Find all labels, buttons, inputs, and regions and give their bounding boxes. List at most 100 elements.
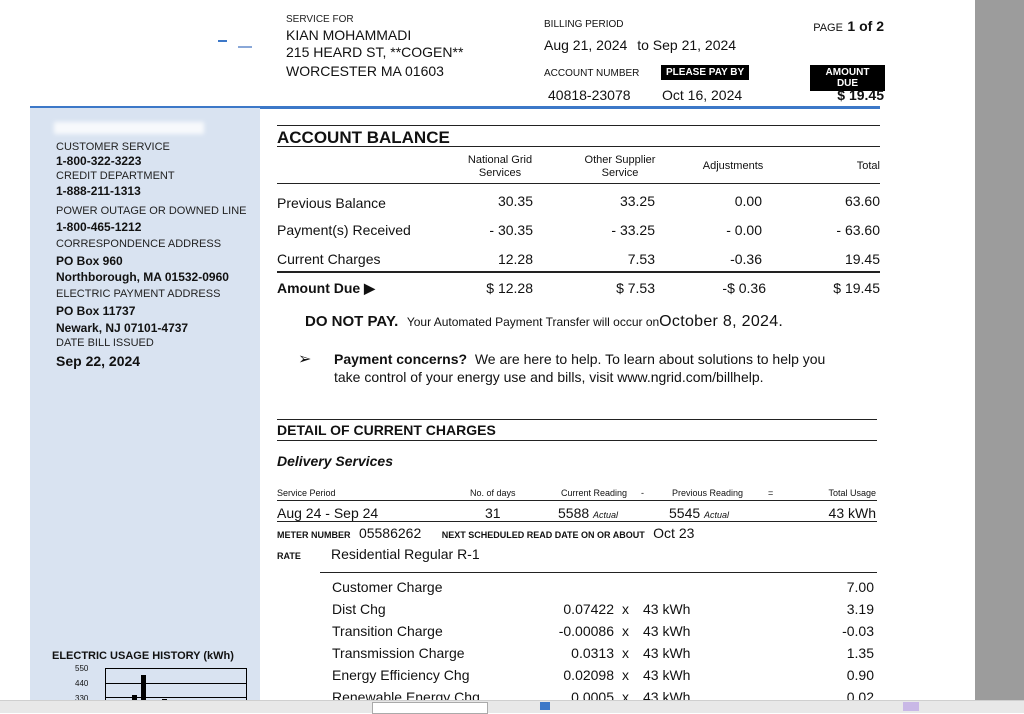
amount-due-header: $ 19.45 (837, 87, 884, 103)
view-mode-icon[interactable] (903, 702, 919, 711)
amount-due-total: $ 19.45 (833, 280, 880, 296)
viewer-side-panel (975, 0, 1024, 712)
billing-period-label: BILLING PERIOD (544, 19, 624, 30)
billing-period-to-word: to (637, 37, 649, 53)
detail-title-rule (277, 440, 877, 441)
previous-reading: 5545 Actual (669, 505, 729, 521)
col-total-usage: Total Usage (828, 488, 876, 498)
correspondence-label: CORRESPONDENCE ADDRESS (56, 238, 222, 250)
charge-amount: 0.90 (846, 667, 874, 683)
viewer-toolbar[interactable] (0, 700, 1024, 714)
bill-page: SERVICE FOR KIAN MOHAMMADI 215 HEARD ST,… (0, 0, 975, 712)
meter-info: METER NUMBER 05586262 NEXT SCHEDULED REA… (277, 525, 694, 543)
next-read-label: NEXT SCHEDULED READ DATE ON OR ABOUT (441, 530, 645, 540)
detail-top-rule (277, 419, 877, 420)
charge-name: Energy Efficiency Chg (332, 667, 470, 683)
col-total: Total (856, 160, 880, 172)
row-ng: - 30.35 (489, 222, 533, 238)
charge-qty: 43 kWh (643, 645, 691, 661)
usage-tick-550: 550 (75, 664, 89, 673)
col-equals: = (768, 488, 774, 498)
billing-period-from: Aug 21, 2024 (544, 37, 628, 53)
outage-phone: 1-800-465-1212 (56, 220, 142, 234)
row-adj: -0.36 (730, 251, 762, 267)
charge-qty: 43 kWh (643, 623, 691, 639)
charge-name: Transition Charge (332, 623, 443, 639)
credit-dept-phone: 1-888-211-1313 (56, 184, 141, 198)
amount-due-ng: $ 12.28 (486, 280, 533, 296)
row-label: Previous Balance (277, 195, 386, 211)
col-adjustments: Adjustments (702, 160, 764, 172)
correspondence-line1: PO Box 960 (56, 254, 123, 268)
rate-value: Residential Regular R-1 (331, 546, 480, 562)
usage-gridline-440 (106, 683, 246, 684)
usage-history-title: ELECTRIC USAGE HISTORY (kWh) (52, 650, 234, 662)
charge-rate: 0.07422 (563, 601, 614, 617)
pay-by-date: Oct 16, 2024 (662, 87, 743, 103)
reading-row-rule (277, 521, 877, 522)
current-reading-value: 5588 (558, 505, 590, 521)
charge-amount: 1.35 (846, 645, 874, 661)
row-total: 19.45 (844, 251, 880, 267)
charge-multiply: x (622, 667, 629, 683)
row-adj: - 0.00 (726, 222, 762, 238)
row-label: Payment(s) Received (277, 222, 411, 238)
charge-qty: 43 kWh (643, 667, 691, 683)
charge-qty: 43 kWh (643, 601, 691, 617)
row-os: 33.25 (619, 193, 655, 209)
charge-name: Customer Charge (332, 579, 443, 595)
next-read-date: Oct 23 (653, 525, 695, 541)
current-reading-type: Actual (593, 510, 619, 520)
customer-name: KIAN MOHAMMADI (286, 27, 412, 43)
charge-amount: 7.00 (846, 579, 874, 595)
col-national-grid: National Grid Services (467, 154, 533, 179)
col-service-period: Service Period (277, 488, 336, 498)
row-os: - 33.25 (611, 222, 655, 238)
auto-payment-text: Your Automated Payment Transfer will occ… (406, 315, 660, 329)
col-minus: - (641, 488, 644, 498)
amount-due-adj: -$ 0.36 (722, 280, 766, 296)
please-pay-by-label: PLEASE PAY BY (661, 65, 750, 80)
charges-top-rule (320, 572, 877, 573)
arrow-bullet-icon: ➢ (298, 351, 312, 368)
do-not-pay-notice: DO NOT PAY. Your Automated Payment Trans… (305, 313, 783, 331)
date-issued-label: DATE BILL ISSUED (56, 337, 154, 349)
account-balance-title-rule (277, 146, 880, 147)
payment-address-label: ELECTRIC PAYMENT ADDRESS (56, 288, 221, 300)
col-previous-reading: Previous Reading (672, 488, 744, 498)
row-label: Current Charges (277, 251, 381, 267)
rate-label: RATE (277, 551, 301, 561)
page-value: 1 of 2 (847, 18, 884, 34)
row-os: 7.53 (627, 251, 655, 267)
previous-reading-value: 5545 (669, 505, 701, 521)
charge-multiply: x (622, 601, 629, 617)
delivery-services-subtitle: Delivery Services (277, 453, 393, 469)
reading-header-rule (277, 500, 877, 501)
page-label: PAGE (813, 22, 843, 34)
billing-period-to: Sep 21, 2024 (652, 37, 737, 53)
col-days: No. of days (470, 488, 516, 498)
correspondence-line2: Northborough, MA 01532-0960 (56, 270, 229, 284)
auto-payment-date: October 8, 2024. (659, 313, 784, 330)
account-balance-title: ACCOUNT BALANCE (277, 128, 450, 147)
payment-concerns-text2: take control of your energy use and bill… (334, 369, 764, 385)
payment-concerns-bold: Payment concerns? (334, 351, 468, 367)
account-number: 40818-23078 (548, 87, 631, 103)
service-period: Aug 24 - Sep 24 (277, 505, 379, 521)
date-issued: Sep 22, 2024 (56, 353, 141, 369)
amount-due-row-label: Amount Due ▶ (277, 280, 375, 296)
col-current-reading: Current Reading (561, 488, 628, 498)
billing-period: Aug 21, 2024 to Sep 21, 2024 (544, 37, 736, 53)
charge-rate: -0.00086 (558, 623, 614, 639)
row-adj: 0.00 (734, 193, 762, 209)
charge-amount: 3.19 (846, 601, 874, 617)
meter-number: 05586262 (358, 525, 422, 541)
toolbar-icon[interactable] (540, 702, 550, 710)
customer-address-line2: WORCESTER MA 01603 (286, 63, 444, 79)
customer-service-phone: 1-800-322-3223 (56, 154, 142, 168)
page-number-input[interactable] (372, 702, 488, 714)
outage-label: POWER OUTAGE OR DOWNED LINE (56, 205, 247, 217)
charge-rate: 0.02098 (563, 667, 614, 683)
customer-service-label: CUSTOMER SERVICE (56, 141, 170, 153)
account-balance-top-rule (277, 125, 880, 126)
